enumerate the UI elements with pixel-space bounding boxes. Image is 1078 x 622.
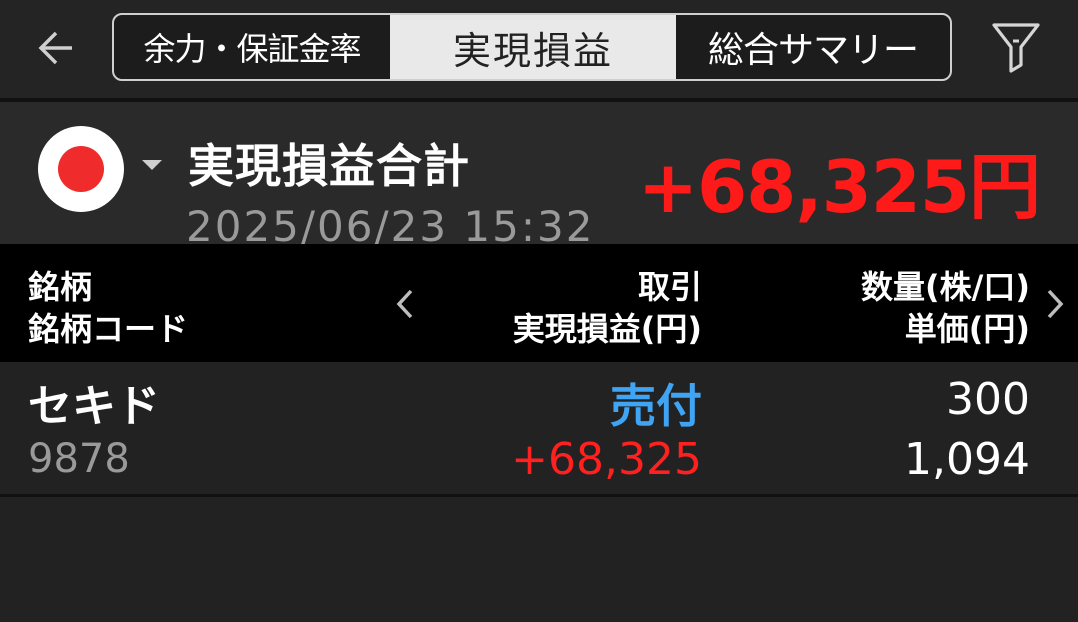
header-unit-price: 単価(円) [904,310,1030,348]
issue-name: セキド [28,381,160,432]
tab-realized-pl[interactable]: 実現損益 [390,15,676,79]
chevron-right-icon [1047,289,1064,319]
scroll-left-button[interactable] [388,286,422,322]
filter-button[interactable] [988,18,1044,78]
header-issue: 銘柄 [28,268,93,306]
arrow-left-icon [38,31,72,65]
table-row[interactable]: セキド 9878 売付 +68,325 300 1,094 [0,362,1078,494]
back-button[interactable] [30,22,82,74]
summary-total: +68,325円 [637,145,1041,229]
realized-pl-screen: 余力・保証金率 実現損益 総合サマリー 実現損益合計 +68,325円 2025… [0,0,1078,622]
japan-flag-icon[interactable] [38,126,124,212]
header-issue-code: 銘柄コード [28,310,189,348]
table-header: 銘柄 銘柄コード 取引 実現損益(円) 数量(株/口) 単価(円) [0,244,1078,362]
row-divider [0,494,1078,497]
segment-tabs: 余力・保証金率 実現損益 総合サマリー [112,13,952,81]
scroll-right-button[interactable] [1038,286,1072,322]
summary-datetime: 2025/06/23 15:32 [186,202,595,244]
trade-side: 売付 [610,379,702,433]
header-realized-pl: 実現損益(円) [512,310,702,348]
quantity-value: 300 [946,374,1030,425]
chevron-left-icon [396,289,413,319]
top-bar: 余力・保証金率 実現損益 総合サマリー [0,0,1078,98]
chevron-down-icon[interactable] [142,160,162,170]
filter-funnel-icon [992,23,1040,73]
pl-summary: 実現損益合計 +68,325円 2025/06/23 15:32 [0,102,1078,244]
realized-pl-value: +68,325 [511,434,702,485]
header-trade: 取引 [637,268,702,306]
tab-overall-summary[interactable]: 総合サマリー [676,15,950,79]
summary-title: 実現損益合計 [188,139,470,193]
header-quantity: 数量(株/口) [861,268,1030,306]
tab-margin-ratio[interactable]: 余力・保証金率 [114,15,390,79]
unit-price-value: 1,094 [904,434,1030,485]
issue-code: 9878 [28,436,130,482]
